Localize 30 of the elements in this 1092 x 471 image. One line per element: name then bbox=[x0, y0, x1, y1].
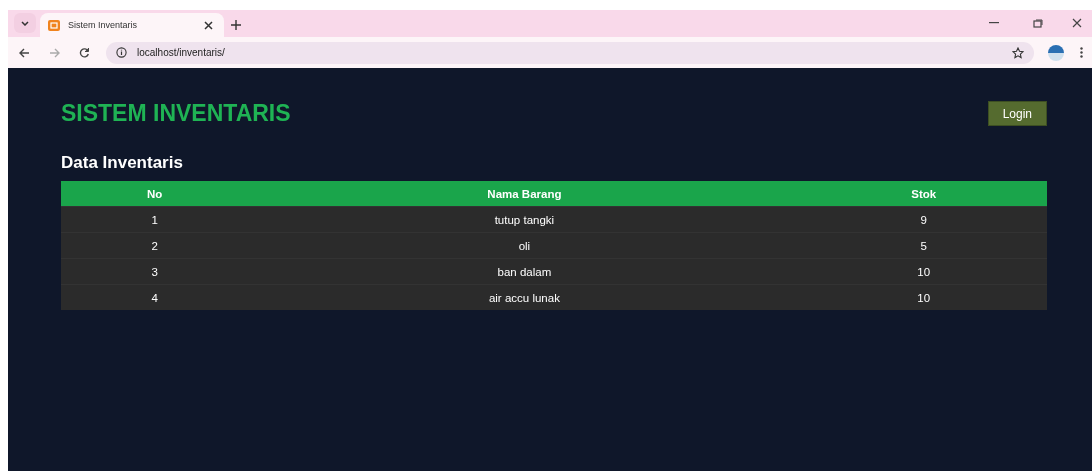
column-header: Nama Barang bbox=[248, 181, 801, 207]
table-cell: 1 bbox=[61, 206, 249, 233]
table-cell: tutup tangki bbox=[248, 206, 801, 233]
table-cell: 5 bbox=[800, 232, 1047, 259]
column-header: No bbox=[61, 181, 249, 207]
browser-tab[interactable]: Sistem Inventaris bbox=[40, 13, 224, 37]
table-cell: air accu lunak bbox=[248, 284, 801, 310]
app-icon bbox=[48, 19, 60, 31]
info-icon bbox=[116, 47, 127, 58]
table-cell: ban dalam bbox=[248, 258, 801, 285]
address-bar[interactable]: localhost/inventaris/ bbox=[106, 41, 1034, 64]
profile-avatar[interactable] bbox=[1048, 44, 1064, 61]
new-tab-icon[interactable] bbox=[228, 17, 244, 33]
chevron-down-icon bbox=[21, 20, 29, 26]
section-title: Data Inventaris bbox=[61, 153, 184, 173]
tab-title: Sistem Inventaris bbox=[68, 20, 139, 30]
table-cell: 10 bbox=[800, 284, 1047, 310]
tab-list-button[interactable] bbox=[14, 13, 36, 33]
star-icon[interactable] bbox=[1012, 46, 1024, 59]
page-title: SISTEM INVENTARIS bbox=[61, 100, 291, 127]
table-cell: 2 bbox=[61, 232, 249, 259]
more-menu-icon[interactable] bbox=[1078, 44, 1084, 61]
column-header: Stok bbox=[800, 181, 1047, 207]
table-cell: 3 bbox=[61, 258, 249, 285]
login-button[interactable]: Login bbox=[987, 101, 1047, 126]
table-cell: 10 bbox=[800, 258, 1047, 285]
table-cell: 4 bbox=[61, 284, 249, 310]
table-cell: oli bbox=[248, 232, 801, 259]
url-text: localhost/inventaris/ bbox=[137, 47, 226, 58]
table-cell: 9 bbox=[800, 206, 1047, 233]
